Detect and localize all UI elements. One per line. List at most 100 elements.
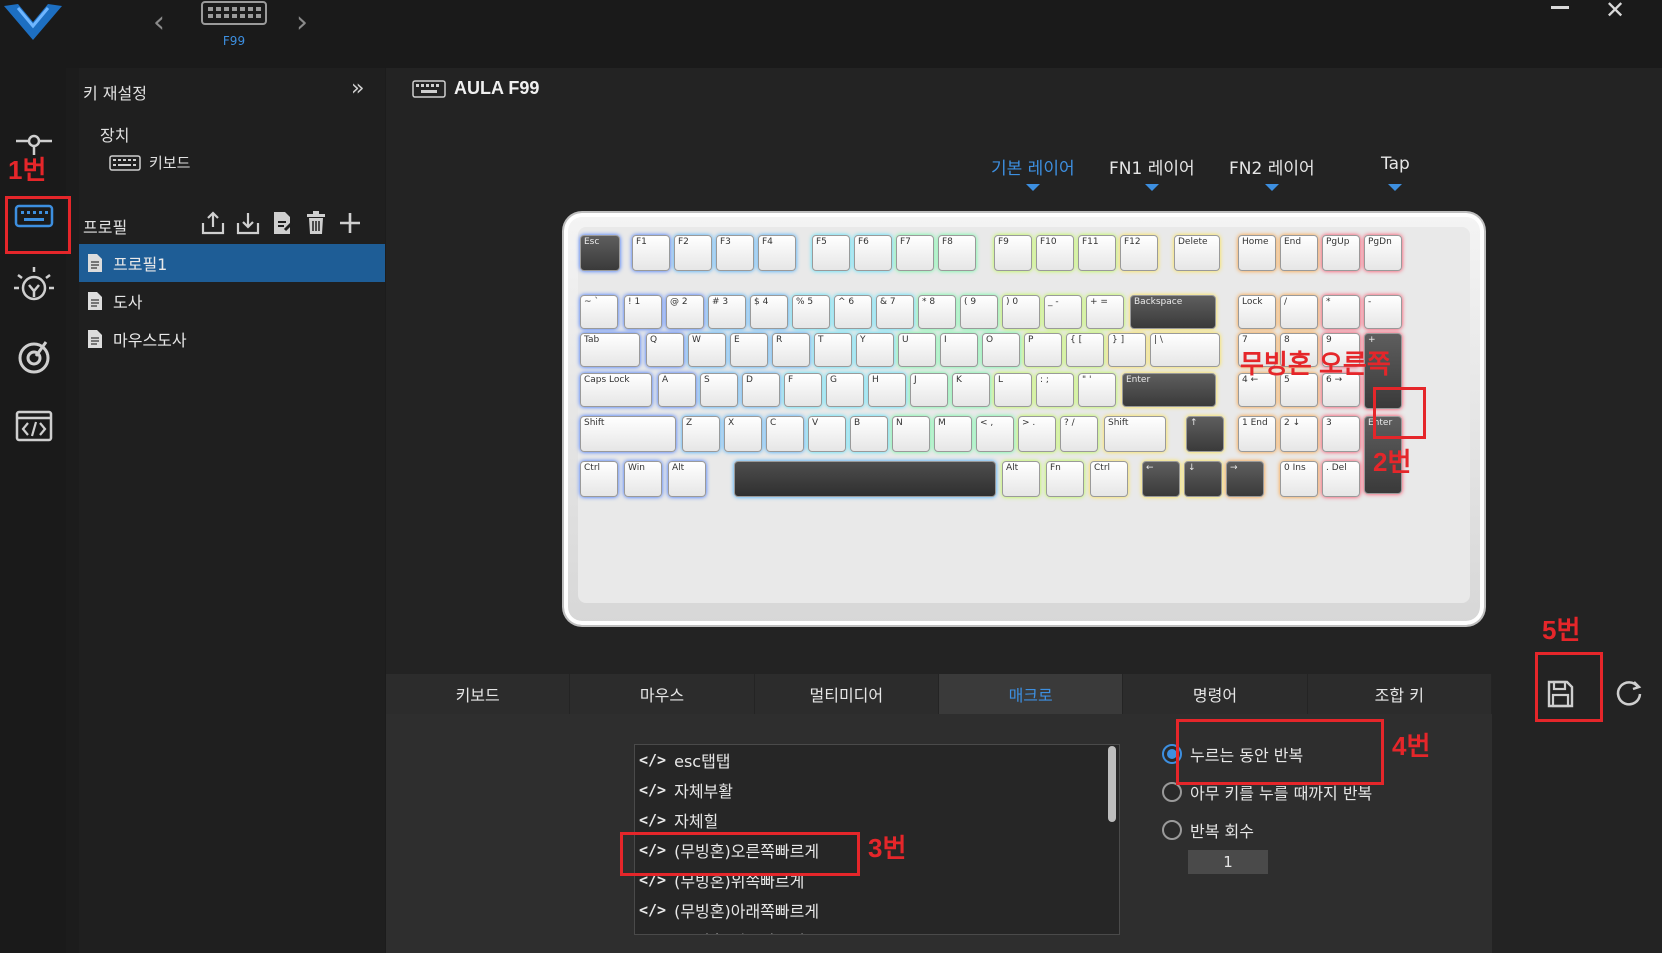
keyboard-key[interactable]: 4 ← xyxy=(1238,373,1276,407)
keyboard-key[interactable]: PgUp xyxy=(1322,235,1360,271)
keyboard-key[interactable]: Ctrl xyxy=(580,461,618,497)
keyboard-key[interactable]: F6 xyxy=(854,235,892,271)
macro-list-item[interactable]: </> (무빙혼)위쪽빠르게 xyxy=(635,865,1119,895)
import-icon[interactable] xyxy=(235,210,261,236)
close-icon[interactable]: ✕ xyxy=(1601,0,1629,24)
keyboard-key[interactable]: | \ xyxy=(1150,333,1220,367)
add-icon[interactable] xyxy=(337,210,363,236)
macro-list-item[interactable]: </> (무빙혼)왼쪽빠르게 xyxy=(635,925,1119,934)
keyboard-key[interactable]: } ] xyxy=(1108,333,1146,367)
keyboard-key[interactable]: F4 xyxy=(758,235,796,271)
keyboard-key[interactable]: G xyxy=(826,373,864,407)
keyboard-key[interactable]: Lock xyxy=(1238,295,1276,329)
keyboard-key[interactable]: Shift xyxy=(1104,416,1166,452)
keyboard-key[interactable]: & 7 xyxy=(876,295,914,329)
keyboard-key[interactable]: F xyxy=(784,373,822,407)
keyboard-key[interactable]: Shift xyxy=(580,416,676,452)
keyboard-key[interactable]: ↑ xyxy=(1186,416,1224,452)
keyboard-key[interactable]: L xyxy=(994,373,1032,407)
keyboard-key[interactable]: 0 Ins xyxy=(1280,461,1318,497)
keyboard-key[interactable]: { [ xyxy=(1066,333,1104,367)
keyboard-key[interactable]: T xyxy=(814,333,852,367)
keyboard-key[interactable]: ? / xyxy=(1060,416,1098,452)
keyboard-key[interactable]: ↓ xyxy=(1184,461,1222,497)
keyboard-key[interactable]: F9 xyxy=(994,235,1032,271)
save-floppy-icon[interactable] xyxy=(1540,674,1580,714)
function-tab[interactable]: 키보드 xyxy=(386,674,571,714)
macro-list-item[interactable]: </> 자체힐 xyxy=(635,805,1119,835)
keyboard-key[interactable]: PgDn xyxy=(1364,235,1402,271)
keyboard-key[interactable]: F2 xyxy=(674,235,712,271)
keyboard-key[interactable]: F5 xyxy=(812,235,850,271)
keyboard-key[interactable]: 8 xyxy=(1280,333,1318,367)
keyboard-key[interactable]: F10 xyxy=(1036,235,1074,271)
keyboard-key[interactable]: < , xyxy=(976,416,1014,452)
function-tab[interactable]: 멀티미디어 xyxy=(754,674,939,714)
keyboard-key[interactable]: Backspace xyxy=(1130,295,1216,329)
keyboard-key[interactable]: F12 xyxy=(1120,235,1158,271)
keyboard-key[interactable]: Y xyxy=(856,333,894,367)
keyboard-key[interactable]: Z xyxy=(682,416,720,452)
keyboard-key[interactable]: F11 xyxy=(1078,235,1116,271)
minimize-icon[interactable] xyxy=(1546,0,1574,20)
keyboard-key[interactable]: ! 1 xyxy=(624,295,662,329)
device-item-keyboard[interactable]: 키보드 xyxy=(109,152,190,173)
code-script-icon[interactable] xyxy=(8,400,60,452)
lighting-bulb-icon[interactable] xyxy=(8,260,60,312)
function-tab[interactable]: 매크로 xyxy=(938,674,1124,714)
keyboard-key[interactable]: → xyxy=(1226,461,1264,497)
keyboard-key[interactable]: > . xyxy=(1018,416,1056,452)
keyboard-key[interactable]: Fn xyxy=(1046,461,1084,497)
keyboard-key[interactable]: V xyxy=(808,416,846,452)
keyboard-key[interactable]: 1 End xyxy=(1238,416,1276,452)
keyboard-key[interactable]: Esc xyxy=(580,235,620,271)
repeat-count-input[interactable] xyxy=(1188,850,1268,874)
keyboard-key[interactable]: P xyxy=(1024,333,1062,367)
radio-repeat-count[interactable]: 반복 회수 xyxy=(1162,818,1254,842)
keyboard-key[interactable]: 7 xyxy=(1238,333,1276,367)
keyboard-key[interactable]: F3 xyxy=(716,235,754,271)
keyboard-key[interactable]: Ctrl xyxy=(1090,461,1128,497)
keyboard-key[interactable]: # 3 xyxy=(708,295,746,329)
keyboard-key[interactable]: * xyxy=(1322,295,1360,329)
keyboard-key[interactable]: ^ 6 xyxy=(834,295,872,329)
tab-base-layer[interactable]: 기본 레이어 xyxy=(991,154,1075,191)
function-tab[interactable]: 조합 키 xyxy=(1307,674,1492,714)
keyboard-key[interactable]: " ' xyxy=(1078,373,1116,407)
keyboard-key[interactable]: X xyxy=(724,416,762,452)
keyboard-key[interactable]: + = xyxy=(1086,295,1124,329)
radio-repeat-while-pressed[interactable]: 누르는 동안 반복 xyxy=(1162,742,1303,766)
keyboard-key[interactable]: 9 xyxy=(1322,333,1360,367)
macro-list-item[interactable]: </> (무빙혼)오른쪽빠르게 xyxy=(635,835,1119,865)
radio-repeat-until-key[interactable]: 아무 키를 누를 때까지 반복 xyxy=(1162,780,1372,804)
keyboard-key[interactable]: _ - xyxy=(1044,295,1082,329)
chevron-left-icon[interactable]: ‹ xyxy=(146,8,172,38)
keyboard-key[interactable]: R xyxy=(772,333,810,367)
function-tab[interactable]: 마우스 xyxy=(570,674,755,714)
keyboard-key[interactable]: S xyxy=(700,373,738,407)
keyboard-key[interactable]: + xyxy=(1364,333,1402,409)
delete-icon[interactable] xyxy=(303,210,329,236)
keyboard-key[interactable]: Alt xyxy=(1002,461,1040,497)
keyboard-key[interactable]: H xyxy=(868,373,906,407)
keyboard-key[interactable]: F1 xyxy=(632,235,670,271)
profile-item[interactable]: 마우스도사 xyxy=(79,320,385,358)
keyboard-key[interactable]: Caps Lock xyxy=(580,373,652,407)
keyboard-key[interactable]: @ 2 xyxy=(666,295,704,329)
keyboard-key[interactable]: D xyxy=(742,373,780,407)
keyboard-key[interactable]: I xyxy=(940,333,978,367)
keyboard-key[interactable]: E xyxy=(730,333,768,367)
performance-sliders-icon[interactable] xyxy=(8,118,60,170)
scrollbar-thumb[interactable] xyxy=(1108,746,1116,822)
profile-item[interactable]: 프로필1 xyxy=(79,244,385,282)
keyboard-key[interactable]: 2 ↓ xyxy=(1280,416,1318,452)
profile-item[interactable]: 도사 xyxy=(79,282,385,320)
keyboard-key[interactable]: End xyxy=(1280,235,1318,271)
macro-list-item[interactable]: </> (무빙혼)아래쪽빠르게 xyxy=(635,895,1119,925)
keyboard-key[interactable]: Enter xyxy=(1364,416,1402,494)
keyboard-key[interactable]: A xyxy=(658,373,696,407)
refresh-icon[interactable] xyxy=(1612,676,1646,710)
edit-doc-icon[interactable] xyxy=(269,210,295,236)
export-icon[interactable] xyxy=(200,210,226,236)
keyboard-key[interactable]: . Del xyxy=(1322,461,1360,497)
